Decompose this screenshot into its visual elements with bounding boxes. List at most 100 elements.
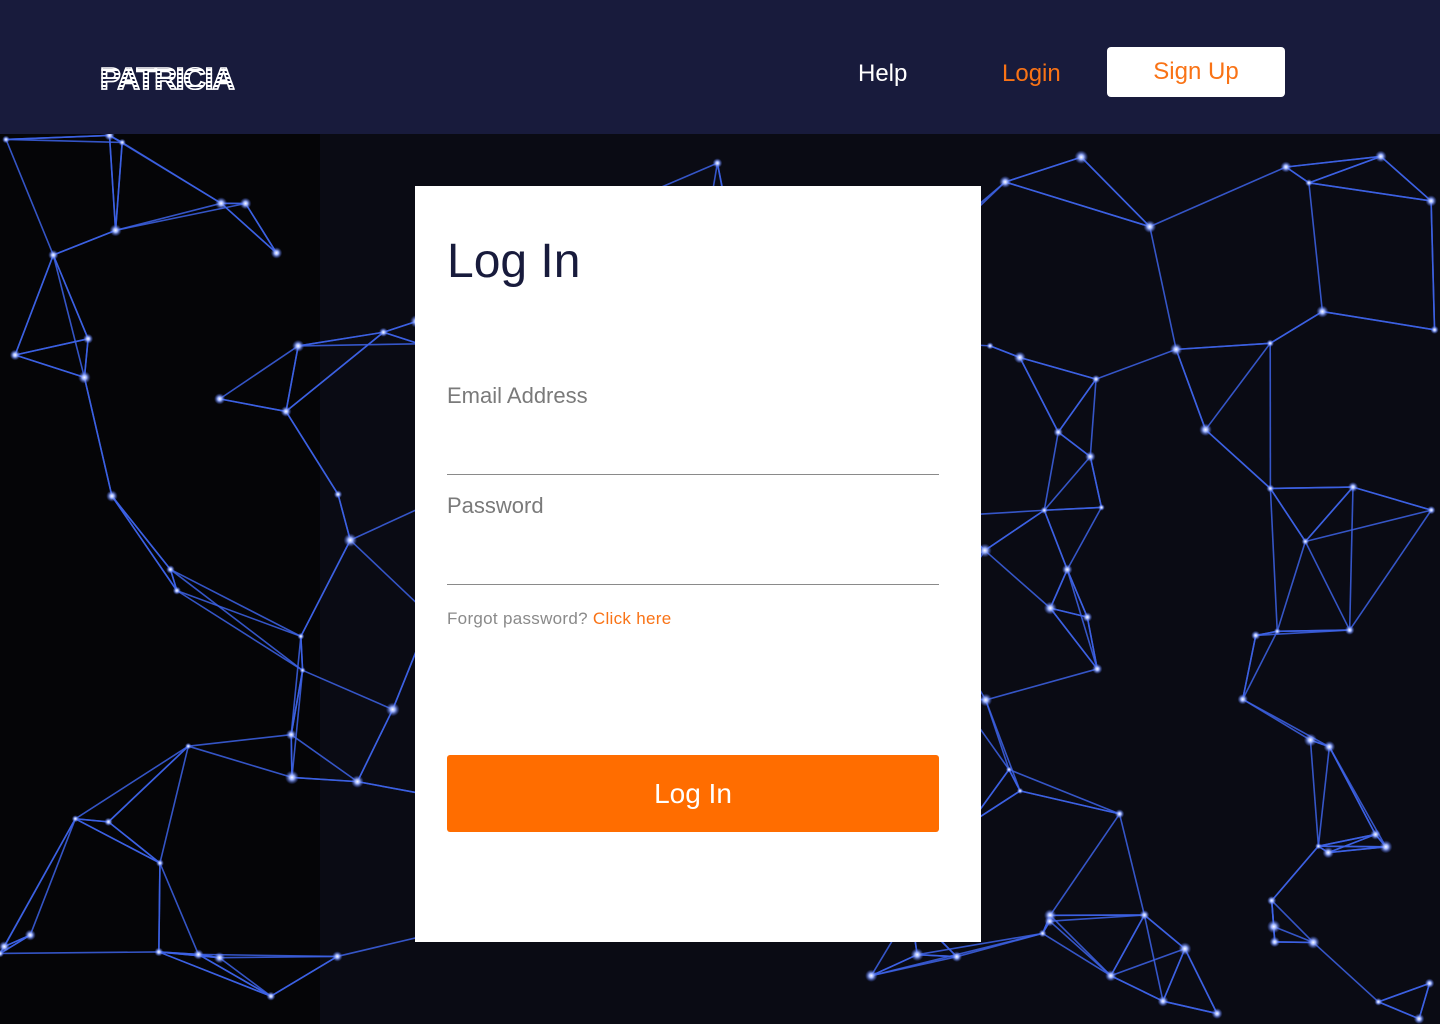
network-line (1044, 506, 1102, 512)
network-node (284, 770, 299, 785)
network-line (114, 142, 123, 231)
network-line (111, 495, 178, 592)
network-node (239, 197, 252, 210)
network-node (1143, 220, 1157, 234)
network-line (121, 141, 222, 204)
network-node (1370, 829, 1381, 840)
network-node (332, 951, 343, 962)
network-node (104, 134, 115, 141)
network-line (1149, 166, 1287, 228)
network-line (1271, 845, 1320, 902)
patricia-logo[interactable]: PATRICIA (99, 61, 235, 96)
network-line (5, 138, 123, 144)
network-line (5, 134, 110, 141)
network-node (351, 775, 364, 788)
network-node (78, 371, 91, 384)
forgot-password-link[interactable]: Click here (593, 609, 672, 628)
network-line (1430, 200, 1436, 330)
network-node (1178, 942, 1192, 956)
network-line (1049, 813, 1121, 916)
network-line (1042, 932, 1112, 977)
network-line (1057, 431, 1091, 458)
network-node (0, 941, 10, 953)
network-line (1318, 833, 1376, 847)
network-node (106, 490, 118, 502)
network-line (300, 539, 352, 637)
network-node (1306, 935, 1320, 949)
network-node (1273, 627, 1281, 635)
network-line (984, 509, 1045, 552)
network-node (280, 405, 292, 417)
network-node (1043, 601, 1057, 615)
network-node (1315, 842, 1322, 850)
network-node (193, 949, 204, 960)
network-line (1322, 310, 1435, 331)
password-field[interactable] (447, 548, 939, 585)
network-node (109, 224, 122, 237)
network-line (1317, 746, 1331, 847)
network-node (1266, 339, 1275, 348)
network-line (1066, 507, 1103, 570)
network-node (154, 947, 164, 957)
network-line (159, 746, 190, 864)
network-node (1084, 451, 1096, 462)
network-line (0, 951, 159, 955)
nav-help-link[interactable]: Help (858, 58, 907, 90)
network-line (1328, 746, 1377, 835)
login-card: Log In Email Address Password Forgot pas… (415, 186, 981, 942)
login-submit-button[interactable]: Log In (447, 755, 939, 832)
network-node (865, 969, 878, 982)
network-line (29, 818, 77, 936)
network-node (1053, 427, 1063, 437)
network-line (1204, 342, 1271, 431)
network-node (1038, 929, 1047, 938)
email-label: Email Address (447, 383, 588, 408)
network-node (1157, 995, 1169, 1007)
network-line (1270, 486, 1353, 490)
signup-button[interactable]: Sign Up (1107, 47, 1285, 97)
network-node (48, 249, 59, 261)
network-node (999, 175, 1012, 189)
network-line (1066, 569, 1089, 618)
network-line (285, 345, 299, 412)
forgot-password-text: Forgot password? (447, 609, 588, 628)
network-line (14, 254, 55, 356)
network-line (1318, 845, 1386, 848)
network-node (1301, 537, 1310, 546)
nav-login-link[interactable]: Login (1002, 58, 1061, 90)
network-line (302, 669, 394, 711)
network-node (1424, 978, 1435, 989)
logo-text: PATRICIA (99, 61, 235, 96)
email-field[interactable] (447, 438, 939, 475)
network-line (1110, 947, 1186, 977)
network-line (198, 953, 272, 997)
network-line (1057, 378, 1097, 433)
network-node (299, 667, 306, 674)
network-line (1312, 941, 1379, 1003)
network-line (52, 254, 86, 378)
network-node (1044, 915, 1056, 927)
network-node (1303, 733, 1318, 747)
network-node (104, 817, 113, 827)
network-node (1322, 846, 1335, 859)
network-node (1061, 564, 1073, 575)
network-node (1114, 809, 1125, 819)
network-line (1043, 456, 1091, 511)
network-line (1276, 541, 1307, 632)
network-line (1118, 813, 1146, 916)
network-node (1425, 195, 1437, 207)
network-node (1430, 325, 1439, 334)
network-line (107, 745, 189, 823)
network-line (115, 202, 246, 232)
network-line (1049, 920, 1112, 977)
network-node (285, 729, 297, 740)
network-line (75, 818, 161, 864)
network-node (1139, 910, 1150, 921)
network-node (378, 327, 389, 337)
network-node (979, 693, 993, 707)
forgot-password-row: Forgot password? Click here (447, 607, 672, 631)
network-node (266, 991, 276, 1001)
network-line (383, 331, 420, 345)
network-line (3, 818, 77, 947)
network-node (1199, 423, 1212, 437)
